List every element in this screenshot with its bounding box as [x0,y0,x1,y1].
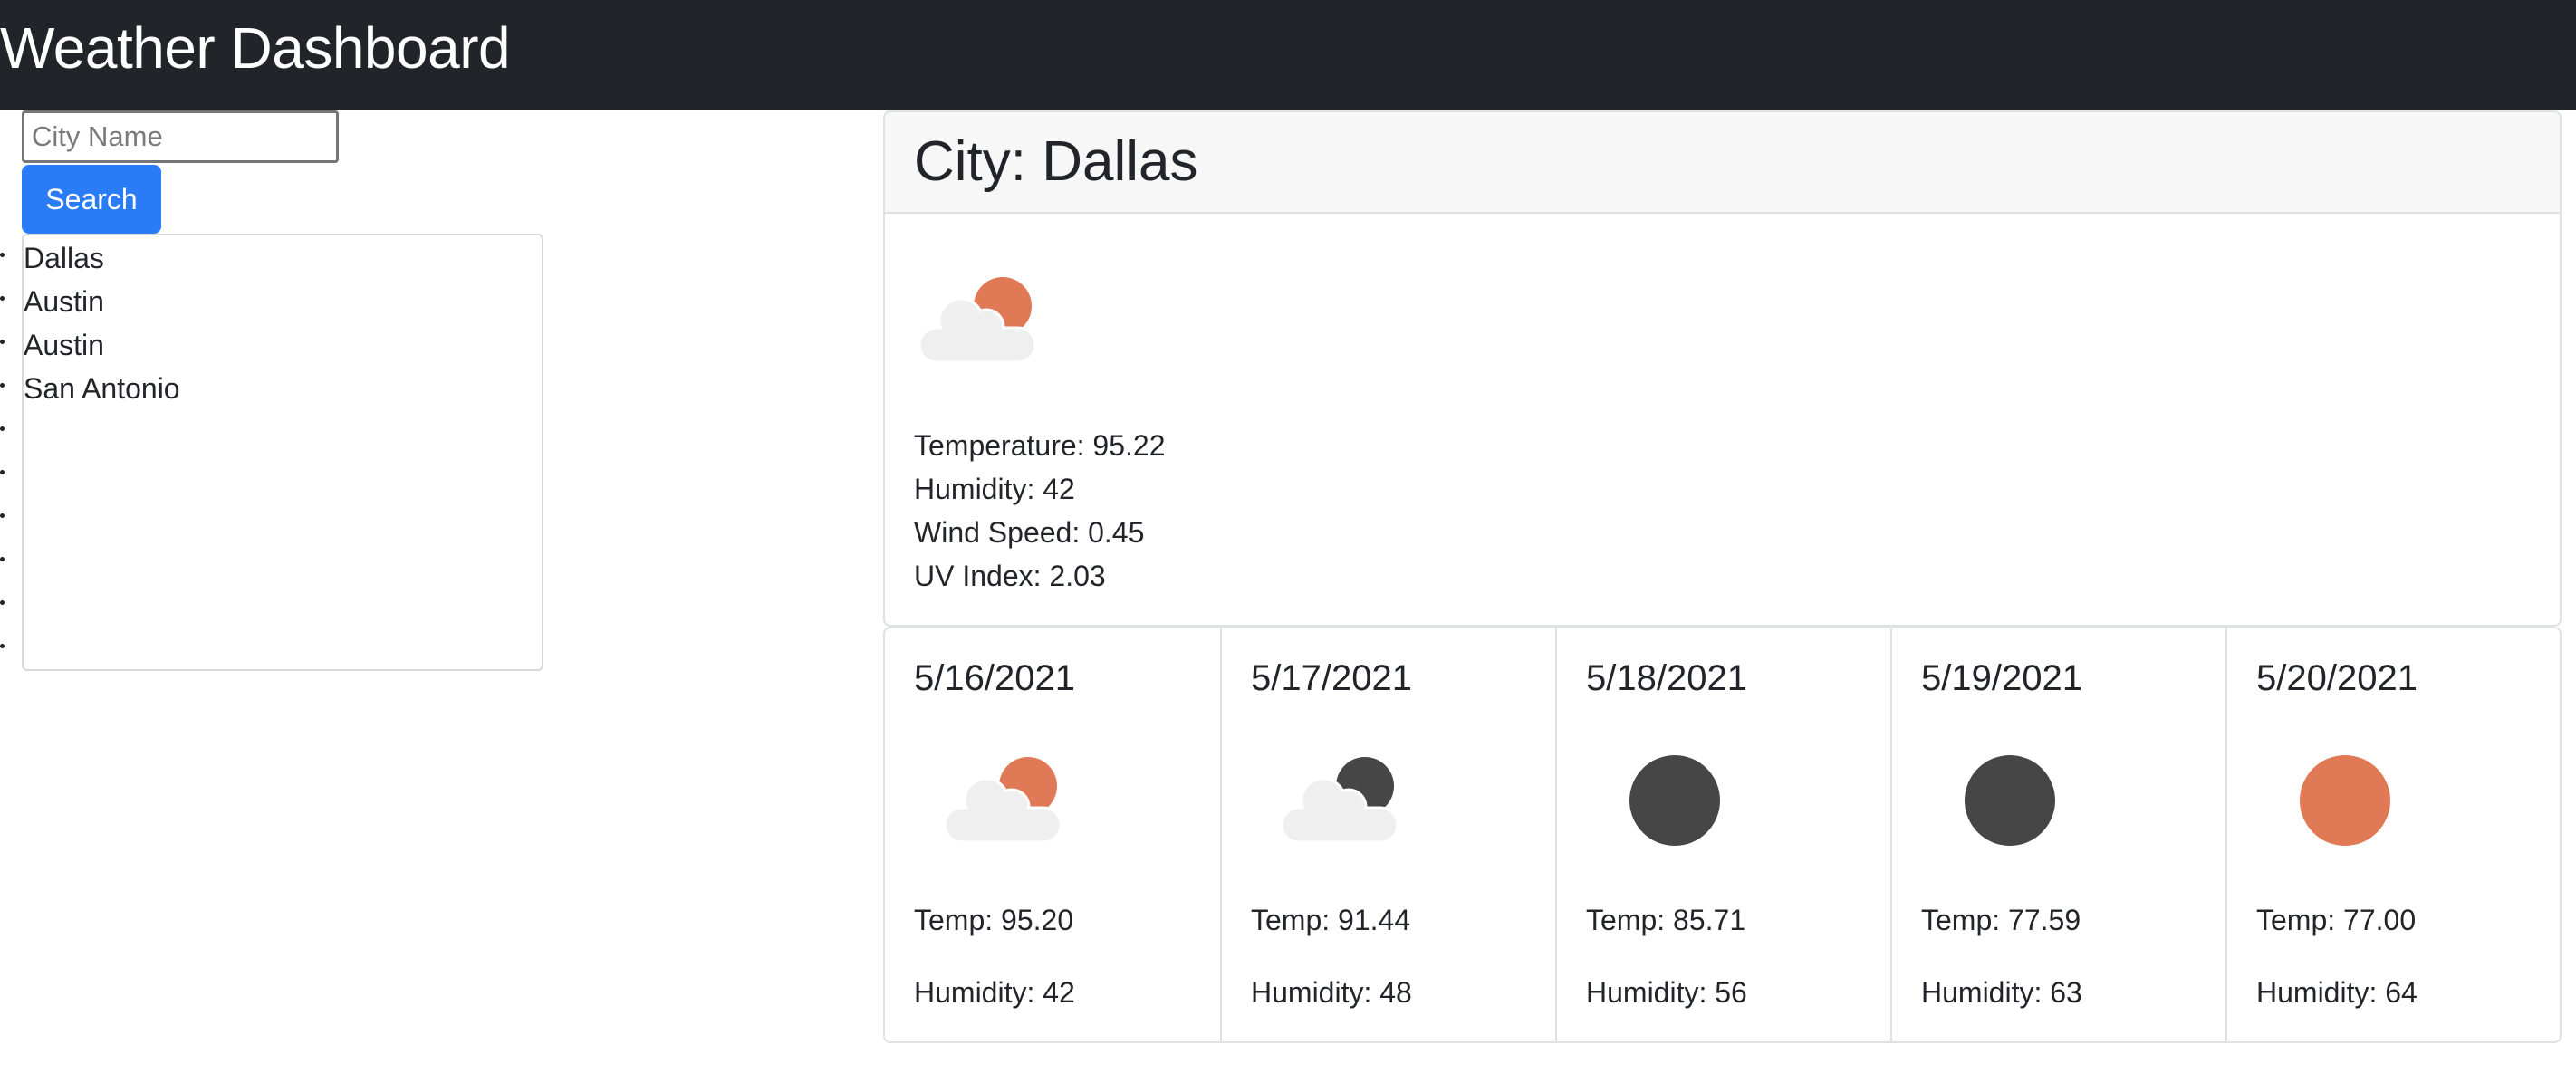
forecast-date: 5/16/2021 [914,658,1075,698]
forecast-card: 5/18/2021 Temp: 85.71 Humidity: 56 [1555,628,1890,1041]
forecast-temp: Temp: 95.20 [914,904,1074,936]
top-navbar: Weather Dashboard [0,0,2576,110]
forecast-card: 5/20/2021 Temp: 77.00 Humidity: 64 [2225,628,2560,1041]
current-wind-speed: Wind Speed: 0.45 [914,516,1145,549]
list-bullet [0,253,5,257]
forecast-humidity: Humidity: 63 [1921,976,2082,1009]
current-weather-card: City: Dallas Temperature: 95.22 Humidity… [883,110,2562,627]
list-bullet [0,426,5,431]
forecast-card: 5/17/2021 Temp: 91.44 Humidity: 48 [1220,628,1555,1041]
clear-night-icon [1965,755,2055,846]
forecast-temp: Temp: 77.00 [2256,904,2417,936]
partly-cloudy-night-icon [1280,757,1399,844]
forecast-date: 5/18/2021 [1586,658,1747,698]
list-bullet [0,513,5,518]
list-bullet [0,296,5,301]
current-weather-header: City: Dallas [885,112,2560,214]
history-item-dallas[interactable]: Dallas [24,236,104,280]
history-item-austin[interactable]: Austin [24,280,104,323]
forecast-date: 5/20/2021 [2256,658,2417,698]
partly-cloudy-day-icon [943,757,1062,844]
list-bullet [0,557,5,561]
forecast-humidity: Humidity: 48 [1251,976,1412,1009]
current-uv-index: UV Index: 2.03 [914,560,1106,592]
forecast-temp: Temp: 91.44 [1251,904,1411,936]
list-bullet [0,470,5,474]
list-bullet [0,600,5,605]
forecast-temp: Temp: 77.59 [1921,904,2081,936]
app-title: Weather Dashboard [0,15,511,81]
forecast-card: 5/19/2021 Temp: 77.59 Humidity: 63 [1890,628,2225,1041]
partly-cloudy-day-icon [918,277,1037,364]
forecast-date: 5/19/2021 [1921,658,2082,698]
current-temperature: Temperature: 95.22 [914,429,1166,462]
city-title: City: Dallas [914,130,1198,193]
list-bullet [0,340,5,344]
current-humidity: Humidity: 42 [914,473,1075,505]
forecast-humidity: Humidity: 56 [1586,976,1747,1009]
forecast-temp: Temp: 85.71 [1586,904,1746,936]
list-bullet [0,644,5,648]
forecast-card: 5/16/2021 Temp: 95.20 Humidity: 42 [885,628,1220,1041]
history-item-austin[interactable]: Austin [24,323,104,367]
history-item-san-antonio[interactable]: San Antonio [24,367,180,410]
search-button[interactable]: Search [22,165,161,234]
clear-night-icon [1629,755,1720,846]
forecast-date: 5/17/2021 [1251,658,1412,698]
forecast-humidity: Humidity: 42 [914,976,1075,1009]
forecast-row: 5/16/2021 Temp: 95.20 Humidity: 42 5/17/… [883,627,2562,1043]
list-bullet [0,383,5,388]
forecast-humidity: Humidity: 64 [2256,976,2417,1009]
city-search-input[interactable] [22,110,339,163]
clear-day-icon [2300,755,2390,846]
